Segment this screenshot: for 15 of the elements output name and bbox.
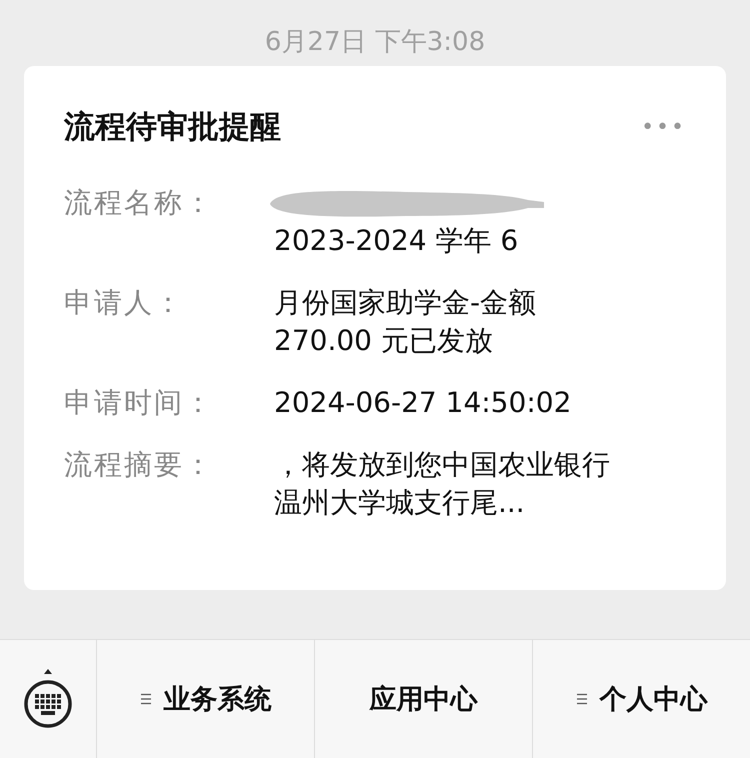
- field-label: 申请人：: [64, 285, 185, 321]
- card-title: 流程待审批提醒: [64, 108, 281, 147]
- message-time: 6月27日 下午3:08: [264, 27, 486, 57]
- field-label: 流程摘要：: [64, 447, 215, 483]
- field-label: 流程名称：: [64, 185, 215, 221]
- field-value: 2024-06-27 14:50:02: [274, 385, 572, 421]
- field-value: 月份国家助学金-金额: [274, 285, 536, 321]
- keyboard-icon[interactable]: [22, 668, 74, 730]
- field-value: 270.00 元已发放: [274, 323, 494, 359]
- menu-icon: [576, 693, 588, 705]
- field-label: 申请时间：: [64, 385, 215, 421]
- field-value: 2023-2024 学年 6: [274, 223, 520, 259]
- menu-icon: [140, 693, 152, 705]
- field-value: ，将发放到您中国农业银行: [274, 447, 610, 483]
- field-value: 温州大学城支行尾...: [274, 485, 526, 521]
